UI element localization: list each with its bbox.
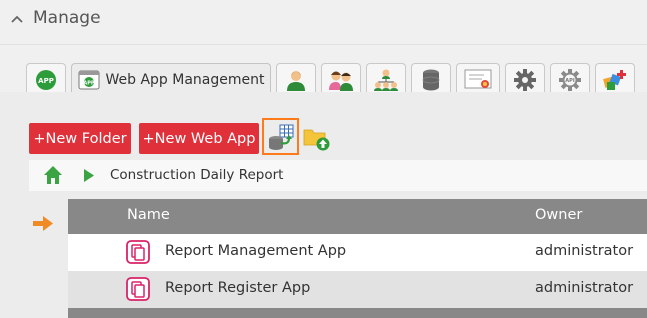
tab-web-app-management[interactable]: APP Web App Management bbox=[71, 63, 271, 95]
import-from-database-button[interactable] bbox=[262, 118, 299, 155]
column-header-name[interactable]: Name bbox=[127, 207, 170, 223]
tab-plugins[interactable] bbox=[595, 63, 635, 95]
web-app-icon: APP bbox=[78, 70, 99, 89]
row-owner: administrator bbox=[535, 280, 634, 296]
svg-text:API: API bbox=[565, 78, 575, 84]
tab-license[interactable] bbox=[456, 63, 500, 95]
user-icon bbox=[287, 70, 305, 91]
row-owner: administrator bbox=[535, 243, 634, 259]
home-icon[interactable] bbox=[43, 165, 63, 185]
groups-icon bbox=[329, 71, 353, 91]
table-row[interactable]: Report Management App administrator bbox=[68, 234, 647, 271]
table-footer-bar bbox=[68, 308, 647, 318]
api-gear-icon: API bbox=[559, 68, 581, 91]
upload-folder-button[interactable] bbox=[303, 124, 331, 152]
play-arrow-icon bbox=[84, 169, 94, 182]
tab-api[interactable]: API bbox=[550, 63, 590, 95]
tab-user[interactable] bbox=[276, 63, 316, 95]
new-folder-button[interactable]: +New Folder bbox=[29, 123, 131, 154]
tab-web-app-management-label: Web App Management bbox=[105, 71, 265, 88]
tab-database[interactable] bbox=[411, 63, 451, 95]
folder-upload-icon bbox=[303, 129, 330, 151]
row-app-name[interactable]: Report Register App bbox=[165, 280, 310, 296]
gear-icon bbox=[514, 68, 536, 91]
column-header-owner[interactable]: Owner bbox=[535, 207, 582, 223]
tab-settings[interactable] bbox=[505, 63, 545, 95]
web-app-file-icon bbox=[126, 240, 150, 264]
tab-organization[interactable] bbox=[366, 63, 406, 95]
manage-section-header[interactable]: Manage bbox=[0, 0, 647, 40]
row-app-name[interactable]: Report Management App bbox=[165, 243, 346, 259]
breadcrumb-current[interactable]: Construction Daily Report bbox=[110, 167, 283, 183]
svg-text:APP: APP bbox=[38, 77, 54, 85]
tab-app[interactable]: APP bbox=[26, 63, 66, 95]
database-icon bbox=[422, 69, 440, 90]
arrow-right-icon bbox=[33, 216, 53, 231]
tab-strip: APP APP Web App Management API bbox=[0, 44, 647, 95]
table-header: Name Owner bbox=[68, 199, 647, 234]
web-app-file-icon bbox=[126, 277, 150, 301]
database-import-icon bbox=[268, 124, 293, 150]
app-icon: APP bbox=[36, 69, 56, 90]
certificate-icon bbox=[464, 69, 492, 88]
tab-groups[interactable] bbox=[321, 63, 361, 95]
organization-icon bbox=[374, 69, 398, 91]
plugin-blocks-icon bbox=[603, 69, 626, 90]
new-web-app-button[interactable]: +New Web App bbox=[139, 123, 259, 154]
breadcrumb: Construction Daily Report bbox=[29, 160, 647, 191]
svg-text:APP: APP bbox=[83, 80, 95, 86]
chevron-up-icon bbox=[11, 15, 23, 23]
table-row[interactable]: Report Register App administrator bbox=[68, 271, 647, 308]
manage-title: Manage bbox=[33, 8, 101, 28]
